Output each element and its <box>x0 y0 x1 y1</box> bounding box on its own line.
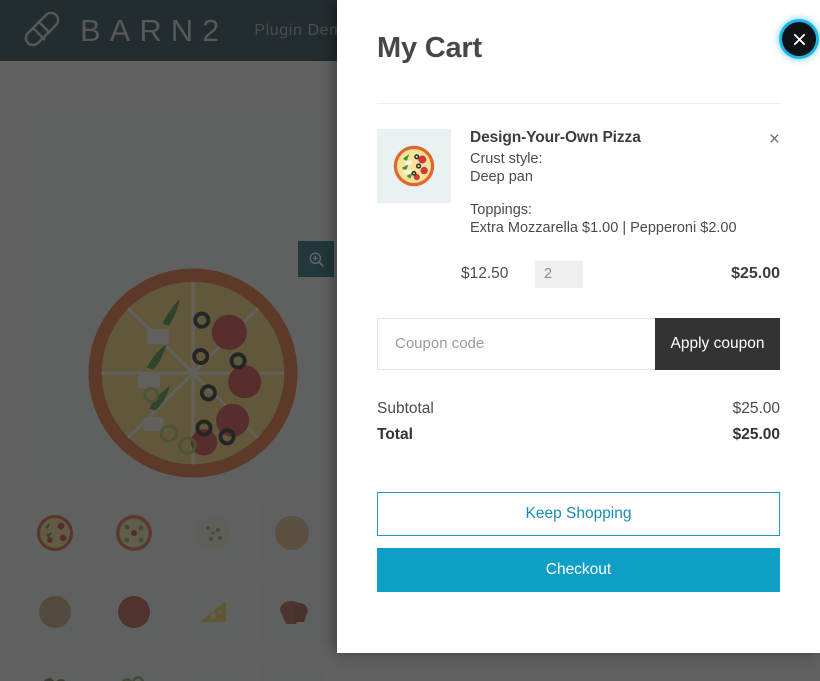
cart-line-item: Design-Your-Own Pizza Crust style: Deep … <box>377 104 780 238</box>
cart-item-name: Design-Your-Own Pizza <box>470 129 641 146</box>
keep-shopping-button[interactable]: Keep Shopping <box>377 491 780 536</box>
subtotal-row: Subtotal $25.00 <box>377 396 780 422</box>
total-value: $25.00 <box>732 425 780 443</box>
subtotal-value: $25.00 <box>732 399 780 417</box>
cart-item-price-row: $12.50 $25.00 <box>377 260 780 288</box>
meta-value: Deep pan <box>470 169 533 186</box>
checkout-button[interactable]: Checkout <box>377 547 780 592</box>
screen-root: $1.00) Vegan Cheese (+ $1.2 Sun-Dried To… <box>0 0 820 681</box>
cart-item-meta-toppings: Toppings: Extra Mozzarella $1.00 | Peppe… <box>470 201 780 238</box>
cart-item-unit-price: $12.50 <box>461 265 509 283</box>
total-label: Total <box>377 425 413 443</box>
remove-item-button[interactable]: × <box>769 130 780 149</box>
meta-value: Extra Mozzarella $1.00 | Pepperoni $2.00 <box>470 220 737 237</box>
cart-totals: Subtotal $25.00 Total $25.00 <box>377 396 780 448</box>
subtotal-label: Subtotal <box>377 399 434 417</box>
cart-modal: My Cart Design-Your-Own Pizza Crust styl… <box>337 0 820 653</box>
pizza-thumbnail-icon <box>393 145 435 187</box>
cart-item-meta-crust: Crust style: Deep pan <box>470 150 780 187</box>
total-row: Total $25.00 <box>377 422 780 448</box>
cart-actions: Keep Shopping Checkout <box>377 491 780 592</box>
cart-item-thumbnail[interactable] <box>377 129 451 203</box>
close-x-icon <box>793 33 805 45</box>
meta-label: Toppings: <box>470 201 533 218</box>
cart-item-line-total: $25.00 <box>731 265 780 283</box>
cart-title: My Cart <box>377 32 482 64</box>
apply-coupon-button[interactable]: Apply coupon <box>655 317 780 370</box>
coupon-row: Apply coupon <box>377 317 780 370</box>
coupon-code-input[interactable] <box>377 317 655 370</box>
close-cart-button[interactable] <box>782 22 816 56</box>
cart-item-details: Design-Your-Own Pizza Crust style: Deep … <box>451 129 780 238</box>
quantity-input[interactable] <box>535 260 583 288</box>
meta-label: Crust style: <box>470 151 543 167</box>
